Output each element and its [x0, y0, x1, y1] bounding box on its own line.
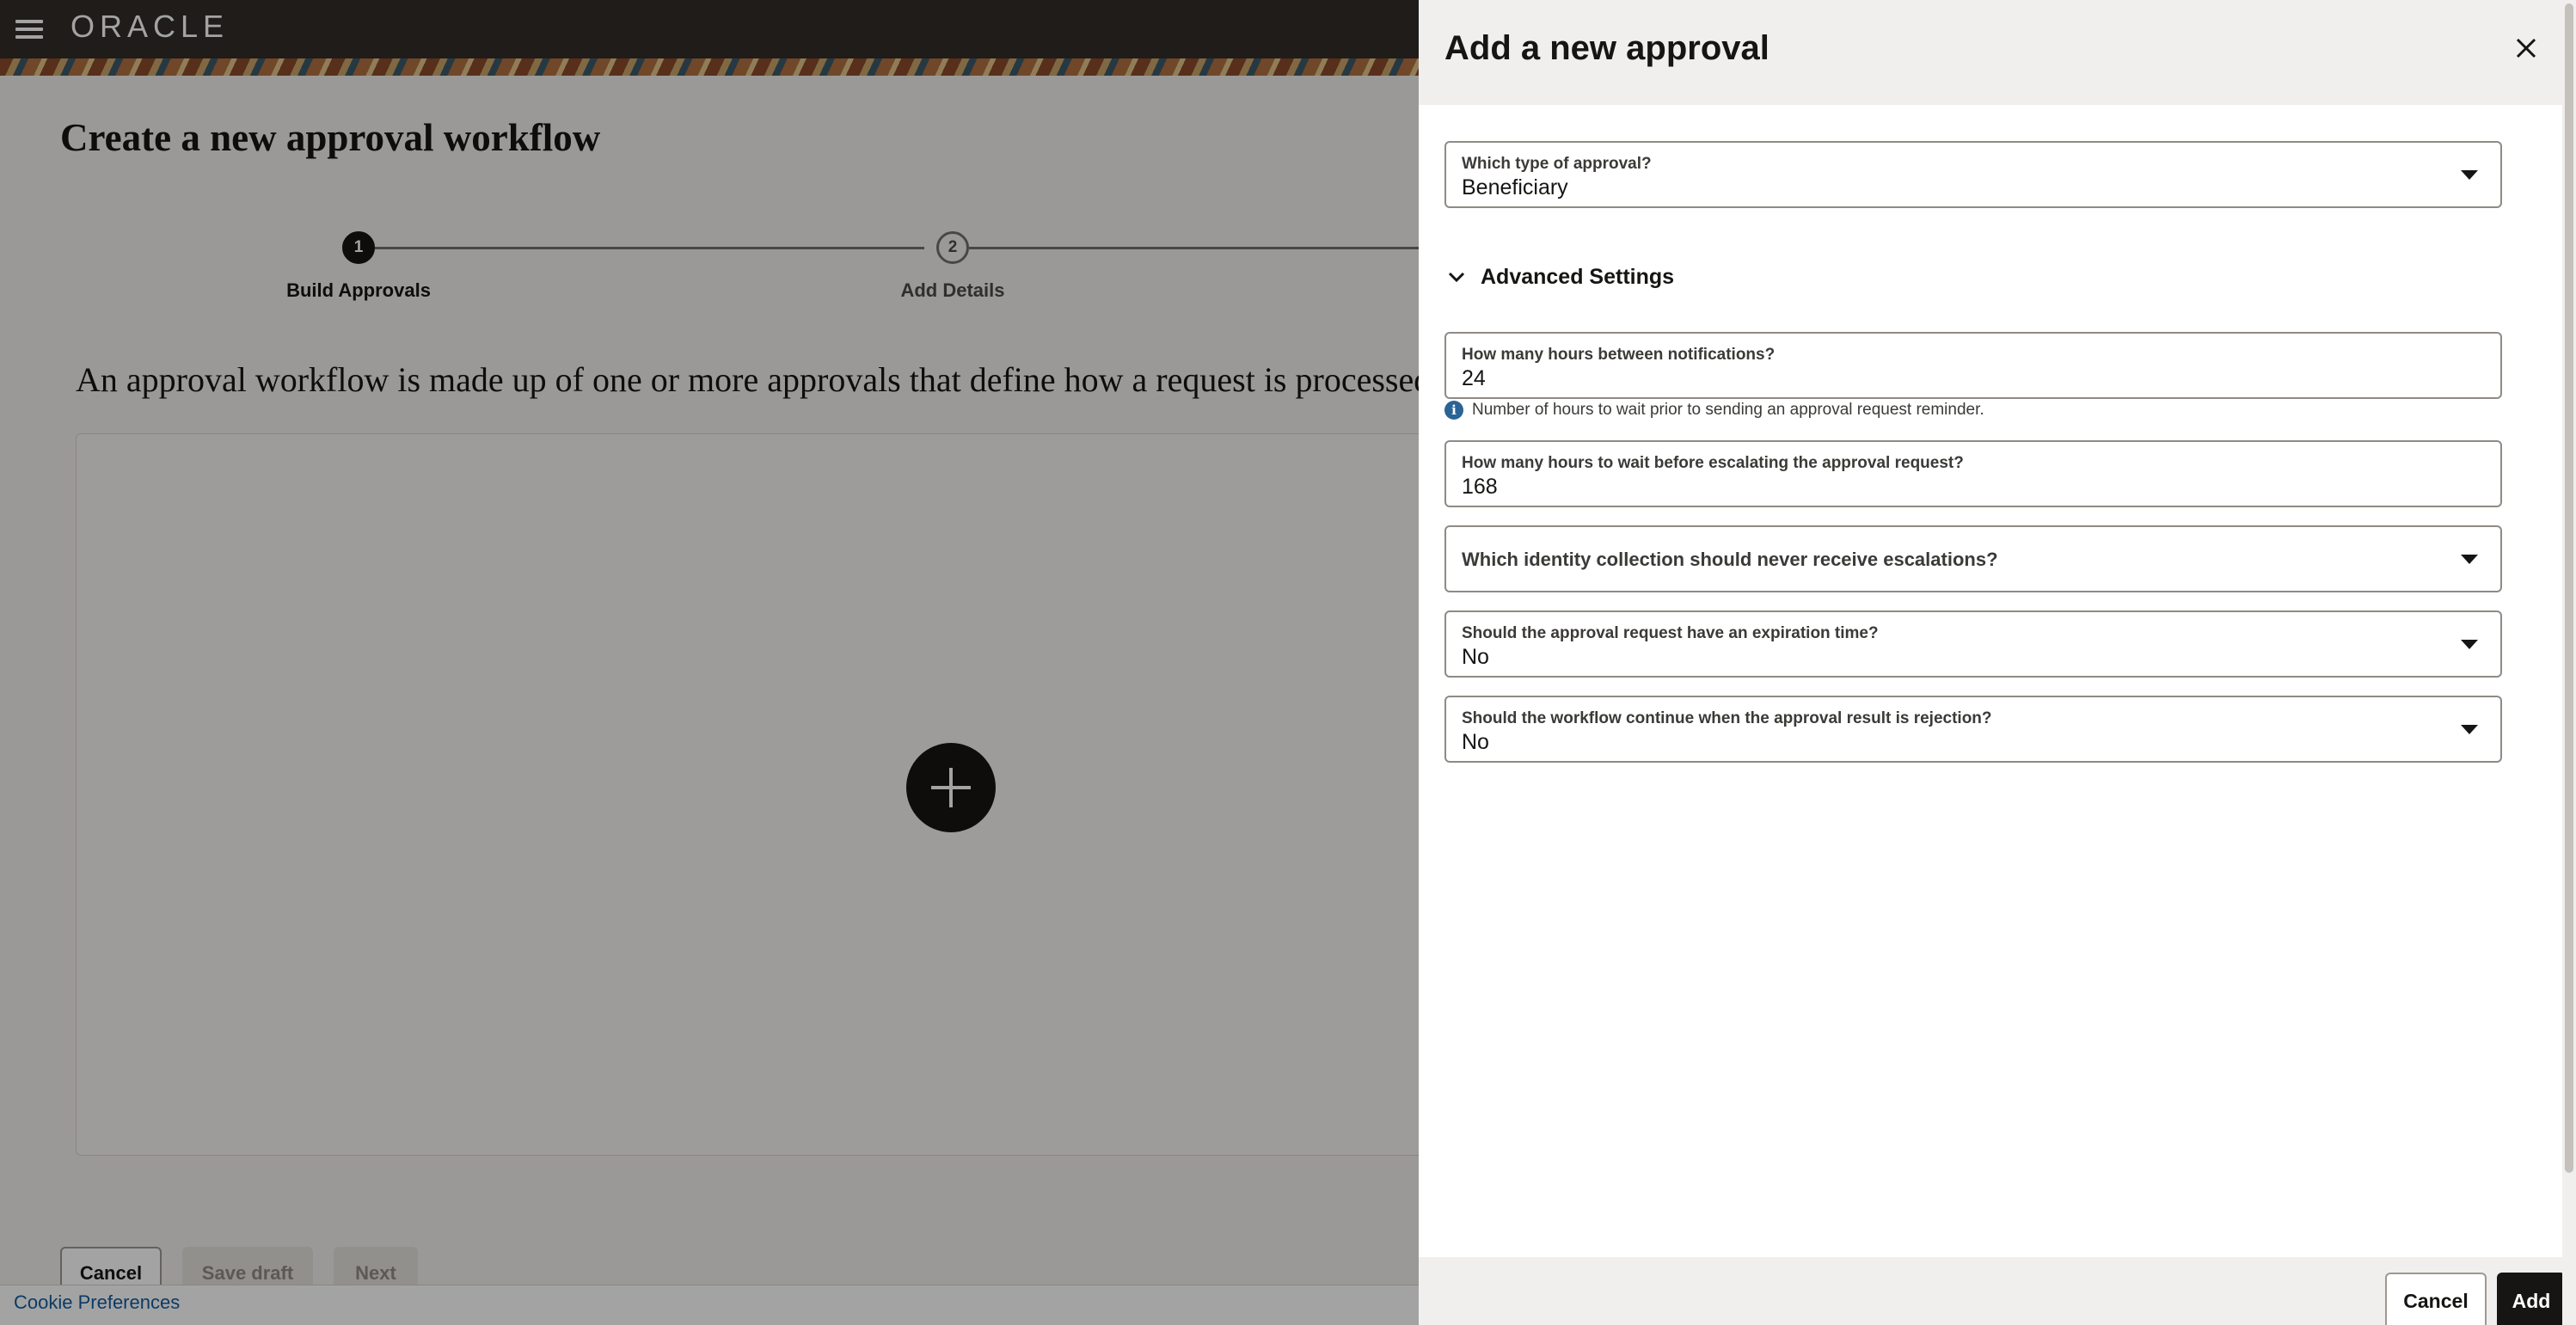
approval-type-label: Which type of approval?: [1462, 155, 1652, 173]
escalation-hours-value: 168: [1462, 475, 1498, 499]
advanced-settings-label: Advanced Settings: [1481, 264, 1675, 289]
modal-overlay[interactable]: [0, 0, 1419, 1325]
escalation-hours-label: How many hours to wait before escalating…: [1462, 454, 1964, 472]
continue-on-rejection-select[interactable]: Should the workflow continue when the ap…: [1444, 696, 2502, 763]
notification-hours-value: 24: [1462, 366, 1486, 390]
escalation-exclusion-placeholder: Which identity collection should never r…: [1462, 549, 1998, 570]
caret-down-icon: [2461, 170, 2478, 180]
chevron-down-icon: [1448, 272, 1465, 283]
continue-on-rejection-value: No: [1462, 730, 1489, 754]
escalation-exclusion-select[interactable]: Which identity collection should never r…: [1444, 525, 2502, 592]
drawer-add-button[interactable]: Add: [2497, 1273, 2566, 1325]
drawer-footer: Cancel Add: [1419, 1257, 2566, 1325]
expiration-value: No: [1462, 645, 1489, 669]
add-approval-drawer: Add a new approval Which type of approva…: [1419, 0, 2576, 1325]
notification-hours-helper: i Number of hours to wait prior to sendi…: [1444, 401, 1984, 420]
drawer-title: Add a new approval: [1444, 29, 1769, 67]
escalation-hours-input[interactable]: How many hours to wait before escalating…: [1444, 440, 2502, 507]
notification-hours-input[interactable]: How many hours between notifications? 24: [1444, 332, 2502, 399]
expiration-label: Should the approval request have an expi…: [1462, 624, 1879, 642]
notification-hours-helper-text: Number of hours to wait prior to sending…: [1472, 401, 1984, 419]
approval-type-select[interactable]: Which type of approval? Beneficiary: [1444, 141, 2502, 208]
approval-type-value: Beneficiary: [1462, 175, 1568, 199]
caret-down-icon: [2461, 725, 2478, 734]
scrollbar-thumb[interactable]: [2565, 3, 2573, 1173]
close-icon[interactable]: [2511, 33, 2542, 64]
continue-on-rejection-label: Should the workflow continue when the ap…: [1462, 709, 1992, 727]
drawer-cancel-button[interactable]: Cancel: [2385, 1273, 2487, 1325]
info-icon: i: [1444, 401, 1463, 420]
expiration-select[interactable]: Should the approval request have an expi…: [1444, 610, 2502, 678]
drawer-header: Add a new approval: [1419, 0, 2562, 105]
caret-down-icon: [2461, 640, 2478, 649]
advanced-settings-toggle[interactable]: Advanced Settings: [1444, 260, 1674, 294]
drawer-scrollbar[interactable]: [2562, 0, 2576, 1325]
caret-down-icon: [2461, 555, 2478, 564]
notification-hours-label: How many hours between notifications?: [1462, 346, 1776, 364]
